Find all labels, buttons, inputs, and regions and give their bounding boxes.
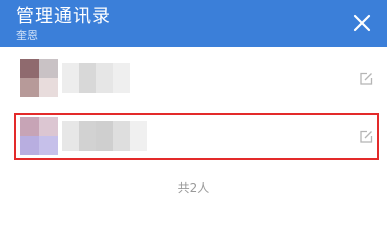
- page-title: 管理通讯录: [16, 6, 111, 27]
- name-pixel: [79, 121, 96, 151]
- edit-icon: [360, 72, 373, 85]
- avatar-pixel: [20, 136, 39, 155]
- avatar: [20, 59, 58, 97]
- close-button[interactable]: [351, 12, 373, 34]
- name-pixel: [96, 63, 113, 93]
- avatar-pixel: [39, 136, 58, 155]
- contact-row[interactable]: [0, 53, 387, 105]
- name-pixel: [130, 121, 147, 151]
- edit-contact-button[interactable]: [359, 129, 373, 143]
- contact-name-redacted: [62, 63, 130, 93]
- manage-contacts-screen: 管理通讯录 奎恩 共2人: [0, 0, 387, 248]
- name-pixel: [62, 121, 79, 151]
- avatar-pixel: [20, 117, 39, 136]
- contact-name-redacted: [62, 121, 147, 151]
- header-bar: 管理通讯录 奎恩: [0, 0, 387, 47]
- close-icon: [353, 14, 371, 32]
- page-subtitle: 奎恩: [16, 29, 38, 42]
- avatar-pixel: [39, 117, 58, 136]
- name-pixel: [62, 63, 79, 93]
- avatar-pixel: [20, 78, 39, 97]
- edit-icon: [360, 130, 373, 143]
- edit-contact-button[interactable]: [359, 71, 373, 85]
- avatar-pixel: [39, 78, 58, 97]
- contact-row[interactable]: [0, 111, 387, 163]
- name-pixel: [96, 121, 113, 151]
- name-pixel: [113, 121, 130, 151]
- avatar-pixel: [20, 59, 39, 78]
- member-count: 共2人: [177, 181, 210, 195]
- name-pixel: [79, 63, 96, 93]
- avatar-pixel: [39, 59, 58, 78]
- name-pixel: [113, 63, 130, 93]
- avatar: [20, 117, 58, 155]
